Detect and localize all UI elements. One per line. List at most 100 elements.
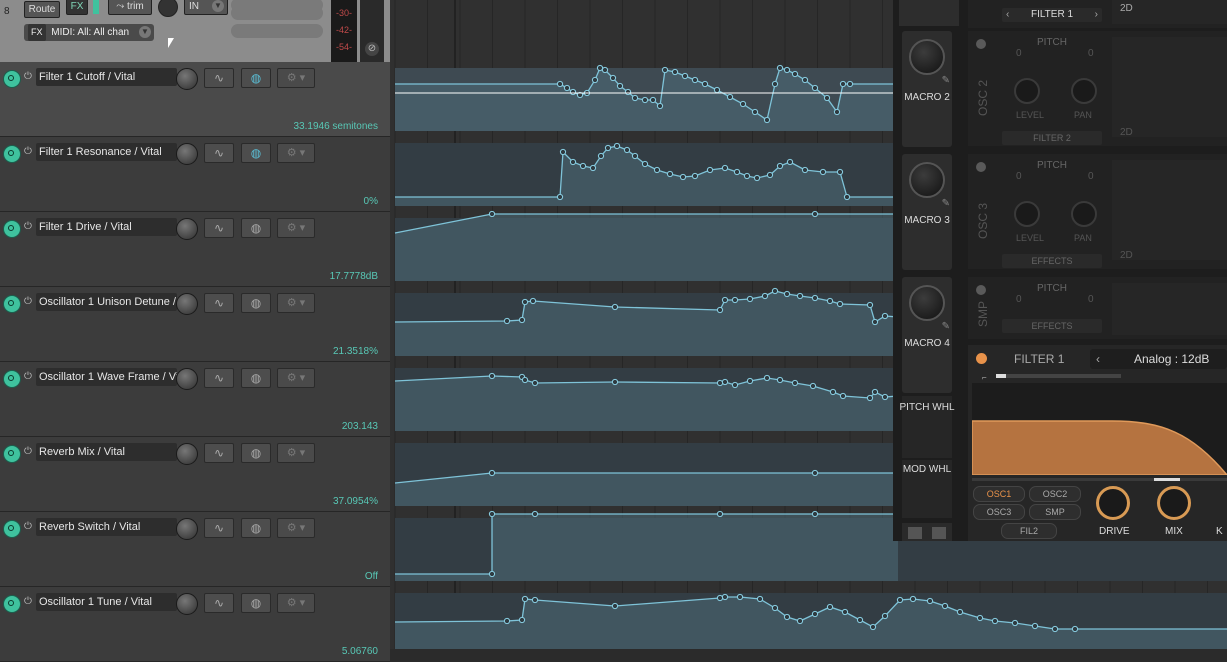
sample-display[interactable]	[1112, 283, 1227, 335]
automation-lane-header[interactable]: ⏻ Reverb Mix / Vital ∿ ◍ ⚙ ▾ 37.0954%	[0, 437, 390, 512]
route-smp-button[interactable]: SMP	[1029, 504, 1081, 520]
automation-lane-header[interactable]: ⏻ Filter 1 Resonance / Vital ∿ ◍ ⚙ ▾ 0%	[0, 137, 390, 212]
lfo-wave-icon[interactable]: ∿	[204, 293, 234, 313]
lane-name[interactable]: Filter 1 Resonance / Vital	[36, 143, 177, 161]
route-osc2-button[interactable]: OSC2	[1029, 486, 1081, 502]
lane-name[interactable]: Oscillator 1 Tune / Vital	[36, 593, 177, 611]
fx-button[interactable]: FX	[66, 0, 88, 15]
power-icon[interactable]: ⏻	[24, 221, 35, 233]
touch-mode-icon[interactable]: ◍	[241, 518, 271, 538]
osc-1-destination[interactable]: ‹ FILTER 1 ›	[1002, 8, 1102, 22]
touch-mode-icon[interactable]: ◍	[241, 143, 271, 163]
lane-name[interactable]: Reverb Mix / Vital	[36, 443, 177, 461]
osc-2-level-knob[interactable]	[1014, 78, 1040, 104]
width-slider[interactable]	[231, 6, 323, 20]
macro-2-knob[interactable]	[909, 39, 945, 75]
lane-value-knob[interactable]	[176, 443, 198, 465]
lfo-wave-icon[interactable]: ∿	[204, 443, 234, 463]
lane-bypass-icon[interactable]	[3, 370, 21, 388]
osc-3-transpose[interactable]: 0	[1016, 171, 1022, 182]
osc-3-level-knob[interactable]	[1014, 201, 1040, 227]
gear-icon[interactable]: ⚙ ▾	[277, 518, 315, 538]
power-icon[interactable]: ⏻	[24, 596, 35, 608]
automation-lane-header[interactable]: ⏻ Filter 1 Drive / Vital ∿ ◍ ⚙ ▾ 17.7778dB	[0, 212, 390, 287]
route-osc1-button[interactable]: OSC1	[973, 486, 1025, 502]
osc-2-pan-knob[interactable]	[1071, 78, 1097, 104]
lane-bypass-icon[interactable]	[3, 70, 21, 88]
touch-mode-icon[interactable]: ◍	[241, 218, 271, 238]
osc-2-tune[interactable]: 0	[1088, 48, 1094, 59]
gear-icon[interactable]: ⚙ ▾	[277, 293, 315, 313]
lane-bypass-icon[interactable]	[3, 520, 21, 538]
lane-bypass-icon[interactable]	[3, 595, 21, 613]
lane-name[interactable]: Oscillator 1 Unison Detune / V	[36, 293, 177, 311]
filter-blend-slider[interactable]	[996, 374, 1121, 378]
touch-mode-icon[interactable]: ◍	[241, 68, 271, 88]
touch-mode-icon[interactable]: ◍	[241, 593, 271, 613]
filter-cutoff-slider[interactable]	[972, 478, 1227, 481]
automation-lane-header[interactable]: ⏻ Reverb Switch / Vital ∿ ◍ ⚙ ▾ Off	[0, 512, 390, 587]
phase-icon[interactable]: ⊘	[365, 42, 379, 56]
macro-3-knob[interactable]	[909, 162, 945, 198]
trim-button[interactable]: ⤳ trim	[108, 0, 152, 15]
lane-name[interactable]: Oscillator 1 Wave Frame / Vit	[36, 368, 177, 386]
touch-mode-icon[interactable]: ◍	[241, 293, 271, 313]
filter-mix-knob[interactable]	[1157, 486, 1191, 520]
pan-knob[interactable]	[158, 0, 178, 17]
lfo-wave-icon[interactable]: ∿	[204, 68, 234, 88]
lane-value-knob[interactable]	[176, 518, 198, 540]
lane-bypass-icon[interactable]	[3, 145, 21, 163]
pan-slider[interactable]	[231, 24, 323, 38]
sample-power[interactable]	[976, 285, 986, 295]
gear-icon[interactable]: ⚙ ▾	[277, 143, 315, 163]
route-fil2-button[interactable]: FIL2	[1001, 523, 1057, 539]
power-icon[interactable]: ⏻	[24, 446, 35, 458]
filter-drive-knob[interactable]	[1096, 486, 1130, 520]
power-icon[interactable]: ⏻	[24, 71, 35, 83]
route-osc3-button[interactable]: OSC3	[973, 504, 1025, 520]
sample-transpose[interactable]: 0	[1016, 294, 1022, 305]
sample-destination[interactable]: EFFECTS	[1002, 319, 1102, 333]
automation-lane-header[interactable]: ⏻ Filter 1 Cutoff / Vital ∿ ◍ ⚙ ▾ 33.1946 sem…	[0, 62, 390, 137]
fx-enable-indicator[interactable]	[93, 0, 99, 14]
route-button[interactable]: Route	[24, 1, 60, 18]
lfo-wave-icon[interactable]: ∿	[204, 593, 234, 613]
lane-value-knob[interactable]	[176, 593, 198, 615]
edit-pencil-icon[interactable]: ✎	[942, 321, 950, 332]
lane-name[interactable]: Filter 1 Cutoff / Vital	[36, 68, 177, 86]
lfo-wave-icon[interactable]: ∿	[204, 218, 234, 238]
lfo-wave-icon[interactable]: ∿	[204, 518, 234, 538]
lfo-wave-icon[interactable]: ∿	[204, 368, 234, 388]
wheel-buttons[interactable]	[902, 523, 952, 541]
touch-mode-icon[interactable]: ◍	[241, 368, 271, 388]
lane-value-knob[interactable]	[176, 218, 198, 240]
filter-1-power[interactable]	[976, 353, 987, 364]
power-icon[interactable]: ⏻	[24, 371, 35, 383]
osc-3-destination[interactable]: EFFECTS	[1002, 254, 1102, 268]
osc-2-power[interactable]	[976, 39, 986, 49]
osc-1-wavetable[interactable]: 2D	[1112, 0, 1227, 24]
lane-bypass-icon[interactable]	[3, 445, 21, 463]
lane-name[interactable]: Reverb Switch / Vital	[36, 518, 177, 536]
automation-lane-header[interactable]: ⏻ Oscillator 1 Unison Detune / V ∿ ◍ ⚙ ▾ 21.3…	[0, 287, 390, 362]
lane-value-knob[interactable]	[176, 368, 198, 390]
lfo-wave-icon[interactable]: ∿	[204, 143, 234, 163]
edit-pencil-icon[interactable]: ✎	[942, 75, 950, 86]
automation-lane-header[interactable]: ⏻ Oscillator 1 Tune / Vital ∿ ◍ ⚙ ▾ 5.06760	[0, 587, 390, 662]
gear-icon[interactable]: ⚙ ▾	[277, 593, 315, 613]
macro-4-knob[interactable]	[909, 285, 945, 321]
gear-icon[interactable]: ⚙ ▾	[277, 68, 315, 88]
edit-pencil-icon[interactable]: ✎	[942, 198, 950, 209]
automation-lane-header[interactable]: ⏻ Oscillator 1 Wave Frame / Vit ∿ ◍ ⚙ ▾ 203.1…	[0, 362, 390, 437]
gear-icon[interactable]: ⚙ ▾	[277, 218, 315, 238]
osc-2-destination[interactable]: FILTER 2	[1002, 131, 1102, 145]
osc-3-pan-knob[interactable]	[1071, 201, 1097, 227]
power-icon[interactable]: ⏻	[24, 296, 35, 308]
osc-3-power[interactable]	[976, 162, 986, 172]
osc-3-wavetable[interactable]	[1112, 160, 1227, 260]
power-icon[interactable]: ⏻	[24, 521, 35, 533]
touch-mode-icon[interactable]: ◍	[241, 443, 271, 463]
input-button[interactable]: IN ▼	[184, 0, 228, 15]
osc-3-tune[interactable]: 0	[1088, 171, 1094, 182]
lane-value-knob[interactable]	[176, 293, 198, 315]
